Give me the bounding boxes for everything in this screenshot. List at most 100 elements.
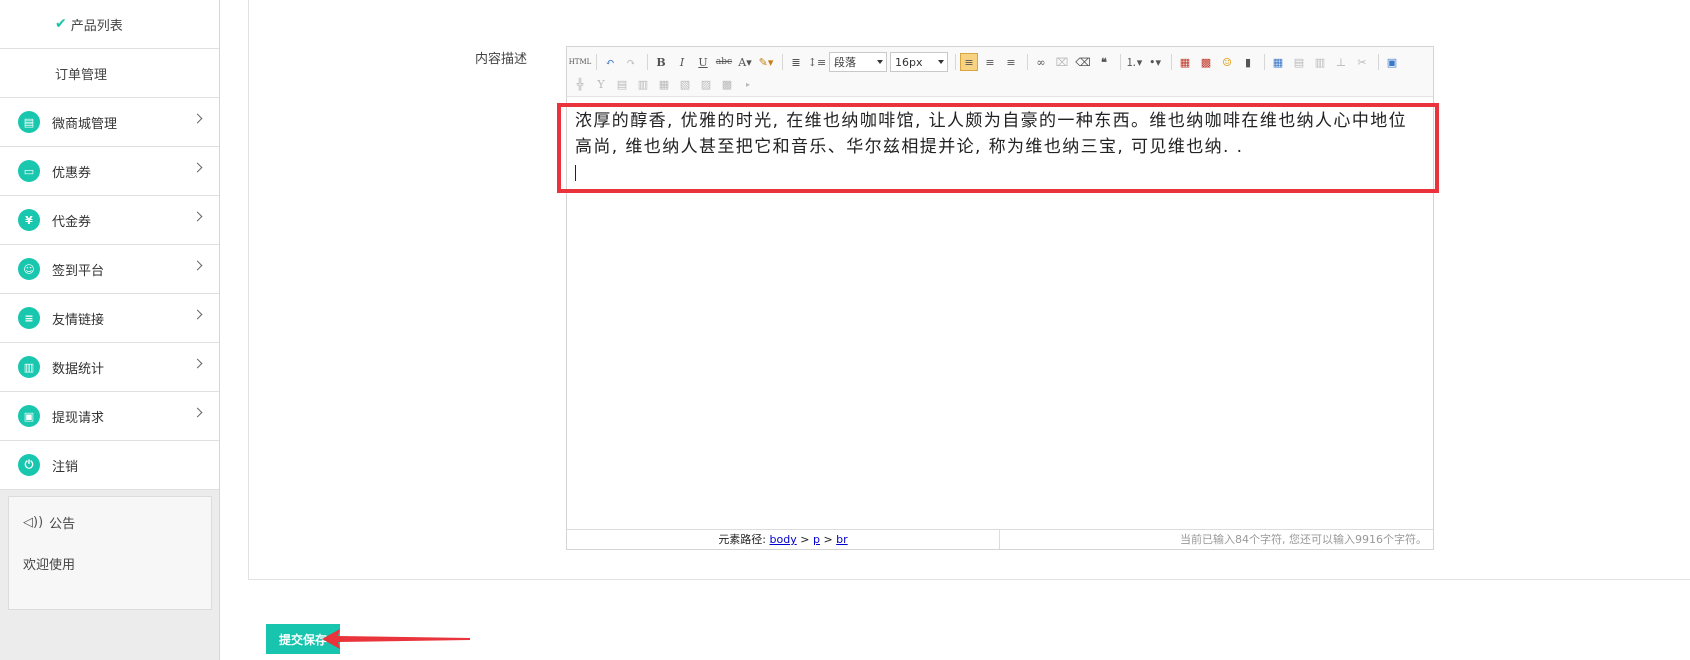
multi-image-icon[interactable]: ▩	[1197, 53, 1215, 71]
element-path: 元素路径: body > p > br	[567, 530, 1000, 549]
char-count: 当前已输入84个字符, 您还可以输入9916个字符。	[1180, 533, 1427, 546]
chevron-right-icon	[192, 309, 203, 320]
line-height-icon[interactable]: ↕≡	[808, 53, 826, 71]
merge-cells-icon[interactable]: ╬	[571, 75, 589, 93]
fullscreen-icon[interactable]: ▣	[1383, 53, 1401, 71]
cell-props-icon[interactable]: ▤	[613, 75, 631, 93]
sidebar-item-logout[interactable]: ⏻ 注销	[0, 441, 219, 490]
html-source-icon[interactable]: HTML	[569, 53, 592, 71]
power-icon: ⏻	[18, 454, 40, 476]
table-delete-icon[interactable]: ▩	[718, 75, 736, 93]
redo-icon[interactable]: ↷	[622, 53, 640, 71]
checkin-icon: ☺	[18, 258, 40, 280]
image-icon[interactable]: ▦	[1176, 53, 1194, 71]
paragraph-format-select[interactable]: 段落	[829, 52, 887, 72]
chevron-down-icon	[877, 60, 883, 64]
sidebar-item-label: 签到平台	[52, 263, 105, 279]
bold-icon[interactable]: B	[652, 53, 670, 71]
border-icon[interactable]: ▨	[697, 75, 715, 93]
toolbar-row-2: ╬ Y ▤ ▥ ▦ ▧ ▨ ▩ ▸	[571, 73, 1429, 95]
toolbar-separator	[782, 54, 783, 70]
stats-icon: ▥	[18, 356, 40, 378]
sidebar-subitem-label: 产品列表	[70, 18, 123, 34]
annotation-arrow-icon	[322, 629, 470, 649]
delete-col-icon[interactable]: ✂	[1353, 53, 1371, 71]
unlink-icon[interactable]: ⌧	[1053, 53, 1071, 71]
element-path-label: 元素路径:	[718, 533, 767, 546]
chevron-right-icon	[192, 113, 203, 124]
notice-title: ◁)) 公告	[23, 513, 197, 532]
font-size-value: 16px	[895, 55, 923, 69]
undo-icon[interactable]: ↶	[601, 53, 619, 71]
table-icon[interactable]: ▦	[1269, 53, 1287, 71]
toolbar-separator	[1378, 54, 1379, 70]
sidebar-item-links[interactable]: ≡ 友情链接	[0, 294, 219, 343]
check-icon: ✔	[55, 16, 67, 32]
split-cells-icon[interactable]: Y	[592, 75, 610, 93]
withdraw-icon: ▣	[18, 405, 40, 427]
font-color-icon[interactable]: A▾	[736, 53, 754, 71]
strikethrough-icon[interactable]: abc	[715, 53, 733, 71]
italic-icon[interactable]: I	[673, 53, 691, 71]
chevron-right-icon	[192, 358, 203, 369]
row-props-icon[interactable]: ▦	[655, 75, 673, 93]
quote-icon[interactable]: ❝	[1095, 53, 1113, 71]
insert-col-icon[interactable]: ▥	[1311, 53, 1329, 71]
format-paragraph-icon[interactable]: ≣	[787, 53, 805, 71]
insert-row-icon[interactable]: ▤	[1290, 53, 1308, 71]
align-center-icon[interactable]: ≡	[981, 53, 999, 71]
highlight-color-icon[interactable]: ✎▾	[757, 53, 775, 71]
delete-row-icon[interactable]: ⊥	[1332, 53, 1350, 71]
link-icon[interactable]: ∞	[1032, 53, 1050, 71]
video-icon[interactable]: ▮	[1239, 53, 1257, 71]
sidebar-item-voucher[interactable]: ¥ 代金券	[0, 196, 219, 245]
sidebar: ✔ 产品列表 订单管理 ▤ 微商城管理 ▭ 优惠券 ¥ 代金券 ☺ 签到平台 ≡	[0, 0, 220, 660]
align-right-icon[interactable]: ≡	[1002, 53, 1020, 71]
sidebar-item-withdraw[interactable]: ▣ 提现请求	[0, 392, 219, 441]
path-separator: >	[823, 533, 833, 546]
chevron-right-icon	[192, 260, 203, 271]
path-link-br[interactable]: br	[836, 533, 848, 546]
path-link-p[interactable]: p	[813, 533, 820, 546]
editor-toolbar: HTML ↶ ↷ B I U abc A▾ ✎▾ ≣ ↕≡ 段落 16px ≡	[567, 47, 1433, 97]
emoticon-icon[interactable]: ☺	[1218, 53, 1236, 71]
underline-icon[interactable]: U	[694, 53, 712, 71]
unordered-list-icon[interactable]: •▾	[1146, 53, 1164, 71]
toolbar-row-1: HTML ↶ ↷ B I U abc A▾ ✎▾ ≣ ↕≡ 段落 16px ≡	[569, 51, 1429, 73]
chevron-right-icon	[192, 211, 203, 222]
sidebar-menu: ✔ 产品列表 订单管理 ▤ 微商城管理 ▭ 优惠券 ¥ 代金券 ☺ 签到平台 ≡	[0, 0, 219, 490]
notice-panel: ◁)) 公告 欢迎使用	[8, 496, 212, 610]
toolbar-separator	[1120, 54, 1121, 70]
col-props-icon[interactable]: ▧	[676, 75, 694, 93]
eraser-icon[interactable]: ⌫	[1074, 53, 1092, 71]
sidebar-item-shop[interactable]: ▤ 微商城管理	[0, 98, 219, 147]
toolbar-separator	[1171, 54, 1172, 70]
ordered-list-icon[interactable]: ⒈▾	[1125, 53, 1143, 71]
sidebar-item-coupon[interactable]: ▭ 优惠券	[0, 147, 219, 196]
toolbar-separator	[596, 54, 597, 70]
sidebar-item-label: 优惠券	[52, 165, 92, 181]
table-props-icon[interactable]: ▥	[634, 75, 652, 93]
sidebar-item-label: 友情链接	[52, 312, 105, 328]
notice-body: 欢迎使用	[23, 558, 76, 573]
font-size-select[interactable]: 16px	[890, 52, 948, 72]
sidebar-item-label: 提现请求	[52, 410, 105, 426]
sidebar-item-stats[interactable]: ▥ 数据统计	[0, 343, 219, 392]
paragraph-format-value: 段落	[834, 56, 856, 69]
arrow-shape	[322, 629, 470, 649]
path-separator: >	[800, 533, 810, 546]
path-link-body[interactable]: body	[770, 533, 797, 546]
notice-title-text: 公告	[49, 517, 76, 532]
toolbar-separator	[1027, 54, 1028, 70]
chevron-down-icon	[938, 60, 944, 64]
sidebar-subitem-orders[interactable]: 订单管理	[0, 49, 219, 98]
voucher-icon: ¥	[18, 209, 40, 231]
cursor-icon[interactable]: ▸	[739, 75, 757, 93]
annotation-highlight-box	[557, 103, 1439, 193]
sidebar-item-checkin[interactable]: ☺ 签到平台	[0, 245, 219, 294]
editor-statusbar: 元素路径: body > p > br 当前已输入84个字符, 您还可以输入99…	[567, 529, 1433, 549]
link-icon: ≡	[18, 307, 40, 329]
toolbar-separator	[647, 54, 648, 70]
align-left-icon[interactable]: ≡	[960, 53, 978, 71]
sidebar-subitem-product-list[interactable]: ✔ 产品列表	[0, 0, 219, 49]
